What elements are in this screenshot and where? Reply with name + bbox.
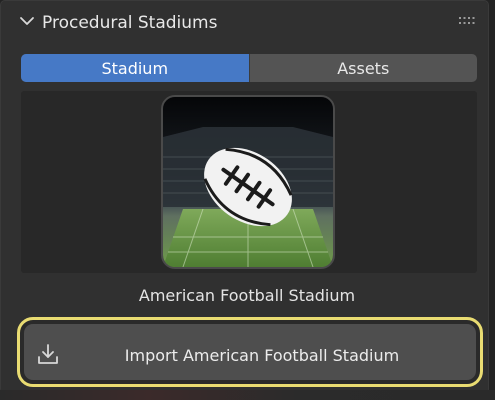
viewport-edge: [0, 390, 495, 400]
panel-title: Procedural Stadiums: [42, 13, 218, 33]
import-button[interactable]: Import American Football Stadium: [17, 317, 483, 387]
preview-area: [21, 91, 477, 273]
panel-header[interactable]: Procedural Stadiums: [1, 1, 488, 45]
import-button-face: Import American Football Stadium: [24, 324, 476, 380]
tab-stadium[interactable]: Stadium: [21, 54, 249, 82]
tab-assets[interactable]: Assets: [248, 54, 478, 82]
procedural-stadiums-panel: Procedural Stadiums Stadium Assets Ameri…: [0, 0, 489, 394]
tab-bar: Stadium Assets: [21, 54, 477, 82]
import-button-label: Import American Football Stadium: [124, 346, 400, 365]
chevron-down-icon[interactable]: [19, 13, 35, 29]
download-icon: [38, 344, 58, 364]
grip-dots-icon[interactable]: [459, 16, 475, 26]
stadium-thumbnail[interactable]: [161, 95, 335, 269]
stadium-name-label: American Football Stadium: [138, 286, 356, 305]
american-football-icon: [163, 97, 333, 267]
